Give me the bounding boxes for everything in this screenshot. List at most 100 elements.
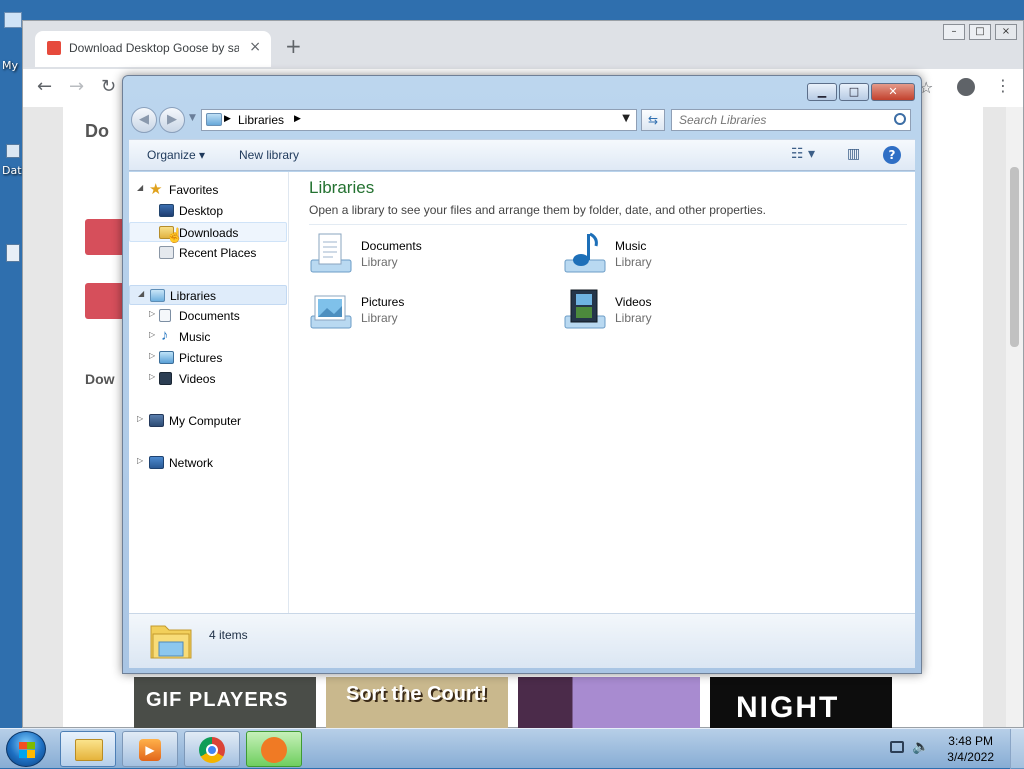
forward-button[interactable]: ▶ — [159, 107, 185, 133]
maximize-button[interactable]: □ — [839, 83, 869, 101]
forward-button[interactable]: → — [69, 76, 84, 97]
page-title: Libraries — [309, 178, 375, 197]
network-tray-icon[interactable] — [890, 741, 904, 753]
nav-my-computer-label: My Computer — [169, 414, 242, 428]
network-icon — [149, 456, 164, 469]
help-button[interactable]: ? — [883, 146, 901, 164]
browser-tab[interactable]: Download Desktop Goose by samperson × — [35, 31, 271, 67]
nav-libraries[interactable]: ◢ Libraries — [129, 285, 287, 305]
reload-button[interactable]: ↻ — [101, 76, 116, 97]
close-button[interactable]: ✕ — [871, 83, 915, 101]
preview-pane-icon[interactable]: ▥ — [847, 146, 860, 162]
itch-favicon-icon — [47, 41, 61, 55]
library-pictures[interactable]: Pictures Library — [307, 286, 507, 336]
back-button[interactable]: ← — [37, 76, 52, 97]
nav-pictures[interactable]: ▷ Pictures — [129, 348, 287, 368]
nav-downloads[interactable]: Downloads ☝ — [129, 222, 287, 243]
page-section-heading: Dow — [85, 371, 115, 387]
libraries-view: Libraries Open a library to see your fil… — [301, 172, 913, 613]
game-thumbnail[interactable]: GIF PLAYERS — [134, 677, 316, 729]
nav-favorites[interactable]: ◢ ★ Favorites — [129, 180, 287, 200]
library-music[interactable]: Music Library — [561, 230, 761, 280]
clock-time: 3:48 PM — [948, 734, 993, 748]
minimize-button[interactable]: ▁ — [807, 83, 837, 101]
drive-icon — [6, 144, 20, 158]
new-tab-button[interactable]: + — [285, 34, 302, 58]
game-thumbnail[interactable]: Sort the Court! — [326, 677, 508, 729]
clock[interactable]: 3:48 PM 3/4/2022 — [947, 733, 994, 765]
nav-my-computer[interactable]: ▷ My Computer — [129, 411, 287, 431]
library-documents[interactable]: Documents Library — [307, 230, 507, 280]
nav-recent-places[interactable]: Recent Places — [129, 243, 287, 263]
collapse-arrow-icon[interactable]: ▷ — [137, 414, 143, 423]
taskbar-media-player[interactable]: ▶ — [122, 731, 178, 767]
breadcrumb-arrow-icon[interactable]: ▶ — [294, 114, 301, 124]
desktop-icon-data[interactable]: Dat — [0, 140, 22, 180]
download-button[interactable] — [85, 283, 125, 319]
back-button[interactable]: ◀ — [131, 107, 157, 133]
pictures-icon — [159, 351, 174, 364]
collapse-arrow-icon[interactable]: ▷ — [149, 351, 155, 360]
nav-recent-places-label: Recent Places — [179, 246, 257, 260]
search-input[interactable] — [672, 110, 882, 130]
game-thumbnail[interactable] — [518, 677, 700, 729]
page-description: Open a library to see your files and arr… — [309, 203, 766, 217]
new-library-button[interactable]: New library — [239, 148, 299, 162]
profile-avatar-icon[interactable] — [957, 78, 975, 96]
library-name: Documents — [361, 239, 422, 253]
nav-network[interactable]: ▷ Network — [129, 453, 287, 473]
nav-documents[interactable]: ▷ Documents — [129, 306, 287, 326]
collapse-arrow-icon[interactable]: ▷ — [137, 456, 143, 465]
videos-library-icon — [564, 289, 606, 329]
explorer-window[interactable]: ▁ □ ✕ ◀ ▶ ▼ ▶ Libraries ▶ ▼ ⇆ Organize ▾… — [122, 75, 922, 674]
collapse-arrow-icon[interactable]: ▷ — [149, 309, 155, 318]
library-videos[interactable]: Videos Library — [561, 286, 761, 336]
minimize-button[interactable]: – — [943, 24, 965, 40]
system-tray: 🔈 3:48 PM 3/4/2022 — [874, 729, 1024, 769]
taskbar-explorer[interactable] — [60, 731, 116, 767]
volume-icon[interactable]: 🔈 — [912, 739, 929, 755]
library-name: Music — [615, 239, 647, 253]
change-view-icon[interactable]: ☷ ▾ — [791, 146, 815, 162]
collapse-arrow-icon[interactable]: ▷ — [149, 372, 155, 381]
maximize-button[interactable]: □ — [969, 24, 991, 40]
menu-kebab-icon[interactable]: ⋮ — [995, 76, 1011, 95]
desktop-icon-misc[interactable] — [0, 240, 22, 290]
desktop-icon-computer[interactable]: My — [0, 12, 22, 72]
recent-pages-chevron-icon[interactable]: ▼ — [189, 113, 196, 123]
explorer-content: ◢ ★ Favorites Desktop Downloads ☝ Recent… — [129, 172, 915, 613]
close-button[interactable]: × — [995, 24, 1017, 40]
refresh-button[interactable]: ⇆ — [641, 109, 665, 131]
nav-videos[interactable]: ▷ Videos — [129, 369, 287, 389]
address-bar[interactable]: ▶ Libraries ▶ ▼ — [201, 109, 637, 131]
nav-documents-label: Documents — [179, 309, 240, 323]
chrome-tabstrip: Download Desktop Goose by samperson × + … — [23, 21, 1023, 69]
search-box[interactable] — [671, 109, 911, 131]
recent-places-icon — [159, 246, 174, 259]
download-button[interactable] — [85, 219, 125, 255]
libraries-icon — [150, 289, 165, 302]
nav-desktop[interactable]: Desktop — [129, 201, 287, 221]
expand-arrow-icon[interactable]: ◢ — [137, 183, 143, 192]
desktop-icon-label: Dat — [2, 164, 22, 177]
taskbar: ▶ 🔈 3:48 PM 3/4/2022 — [0, 728, 1024, 769]
nav-downloads-label: Downloads — [179, 226, 239, 240]
search-icon[interactable] — [894, 113, 906, 125]
tab-close-icon[interactable]: × — [249, 39, 261, 55]
breadcrumb-libraries[interactable]: Libraries — [238, 113, 284, 127]
show-desktop-button[interactable] — [1010, 729, 1024, 769]
start-button[interactable] — [6, 731, 46, 767]
page-scrollbar[interactable] — [1006, 107, 1023, 727]
game-thumbnail[interactable]: NIGHT — [710, 677, 892, 729]
desktop-icon — [159, 204, 174, 217]
details-pane: 4 items — [129, 613, 915, 668]
breadcrumb-arrow-icon[interactable]: ▶ — [224, 114, 231, 124]
library-type: Library — [615, 255, 652, 269]
expand-arrow-icon[interactable]: ◢ — [138, 289, 144, 298]
taskbar-chrome[interactable] — [184, 731, 240, 767]
collapse-arrow-icon[interactable]: ▷ — [149, 330, 155, 339]
address-dropdown-icon[interactable]: ▼ — [622, 113, 630, 124]
taskbar-app[interactable] — [246, 731, 302, 767]
organize-button[interactable]: Organize ▾ — [147, 148, 205, 162]
nav-music[interactable]: ▷ ♪ Music — [129, 327, 287, 347]
